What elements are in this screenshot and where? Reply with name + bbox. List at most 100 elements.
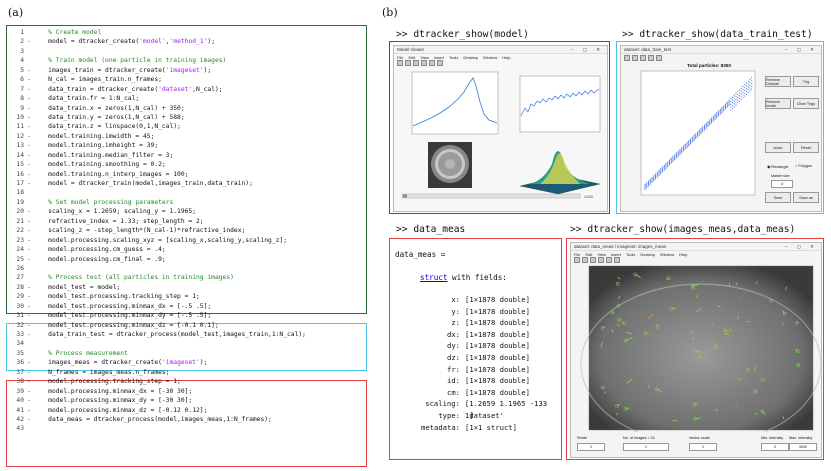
- code-line[interactable]: 10- data_train.y = zeros(1,N_cal) + 588;: [8, 113, 366, 122]
- menu-item-view[interactable]: View: [597, 252, 606, 257]
- open-icon[interactable]: [582, 257, 588, 263]
- code-line[interactable]: 28- model_test = model;: [8, 283, 366, 292]
- code-line[interactable]: 21- refractive_index = 1.33; step_length…: [8, 217, 366, 226]
- slider-thumb[interactable]: [403, 194, 407, 198]
- matlab-code-editor[interactable]: 1 % Create model 2- model = dtracker_crea…: [8, 28, 366, 434]
- code-line[interactable]: 18: [8, 188, 366, 197]
- menu-item-edit[interactable]: Edit: [585, 252, 592, 257]
- new-icon[interactable]: [624, 55, 630, 61]
- code-line[interactable]: 22- scaling_z = -step_length*(N_cal-1)*r…: [8, 226, 366, 235]
- code-line[interactable]: 8- data_train.fr = 1:N_cal;: [8, 94, 366, 103]
- code-line[interactable]: 15- model.training.smoothing = 0.2;: [8, 160, 366, 169]
- code-line[interactable]: 29- model_test.processing.tracking_step …: [8, 292, 366, 301]
- menu-item-file[interactable]: File: [574, 252, 580, 257]
- menu-item-help[interactable]: Help: [502, 55, 510, 60]
- struct-link[interactable]: struct: [420, 273, 447, 282]
- code-line[interactable]: 20- scaling_x = 1.2659; scaling_y = 1.19…: [8, 207, 366, 216]
- radio-polygon[interactable]: ○ Polygon: [795, 164, 812, 168]
- pan-icon[interactable]: [437, 60, 443, 66]
- code-line[interactable]: 17- model = dtracker_train(model,images_…: [8, 179, 366, 188]
- code-line[interactable]: 25- model.processing.cm_final = .9;: [8, 255, 366, 264]
- button-remove-inside[interactable]: Remove Inside: [765, 98, 791, 109]
- code-line[interactable]: 23- model.processing.scaling_xyz = [scal…: [8, 236, 366, 245]
- menu-item-insert[interactable]: Insert: [434, 55, 444, 60]
- menu-item-window[interactable]: Window: [483, 55, 497, 60]
- pan-icon[interactable]: [656, 55, 662, 61]
- code-line[interactable]: 40- model.processing.minmax_dy = [-30 30…: [8, 396, 366, 405]
- radio-rectangle[interactable]: ◉ Rectangle: [767, 164, 788, 169]
- code-line[interactable]: 35 % Process measurement: [8, 349, 366, 358]
- frame-slider[interactable]: [401, 193, 581, 199]
- print-icon[interactable]: [421, 60, 427, 66]
- code-line[interactable]: 14- model.training.median_filter = 3;: [8, 151, 366, 160]
- menu-item-tools[interactable]: Tools: [449, 55, 458, 60]
- control-input[interactable]: 1: [689, 443, 717, 451]
- code-line[interactable]: 9- data_train.x = zeros(1,N_cal) + 350;: [8, 104, 366, 113]
- control-input[interactable]: 0: [761, 443, 789, 451]
- code-line[interactable]: 19 % Set model processing parameters: [8, 198, 366, 207]
- menu-item-view[interactable]: View: [420, 55, 429, 60]
- code-line[interactable]: 31- model_test.processing.minmax_dy = [-…: [8, 311, 366, 320]
- zoom-icon[interactable]: [648, 55, 654, 61]
- save-icon[interactable]: [590, 257, 596, 263]
- menu-item-desktop[interactable]: Desktop: [640, 252, 655, 257]
- code-line[interactable]: 39- model.processing.minmax_dx = [-30 30…: [8, 387, 366, 396]
- window-controls[interactable]: – ▢ ✕: [785, 47, 818, 53]
- code-line[interactable]: 30- model_test.processing.minmax_dx = [-…: [8, 302, 366, 311]
- train-test-figure-window[interactable]: dataset: data_train_test – ▢ ✕ Total par…: [620, 45, 822, 212]
- code-line[interactable]: 16- model.training.n_interp_images = 100…: [8, 170, 366, 179]
- button-reset[interactable]: Reset: [793, 142, 819, 153]
- code-line[interactable]: 41- model.processing.minmax_dz = [-0.12 …: [8, 406, 366, 415]
- code-line[interactable]: 32- model_test.processing.minmax_dz = [-…: [8, 321, 366, 330]
- code-line[interactable]: 43: [8, 424, 366, 433]
- button-save-as[interactable]: Save as: [793, 192, 819, 203]
- meas-figure-window[interactable]: dataset: data_meas / imageset: images_me…: [570, 242, 822, 458]
- code-line[interactable]: 13- model.training.imheight = 39;: [8, 141, 366, 150]
- menu-item-desktop[interactable]: Desktop: [463, 55, 478, 60]
- model-figure-window[interactable]: Model Viewer – ▢ ✕ File Edit View Insert Too…: [393, 45, 608, 212]
- code-line[interactable]: 7- data_train = dtracker_create('dataset…: [8, 85, 366, 94]
- menu-item-help[interactable]: Help: [679, 252, 687, 257]
- save-icon[interactable]: [640, 55, 646, 61]
- button-save[interactable]: Save: [765, 192, 791, 203]
- button-clear-trigs[interactable]: Clear Trigs: [793, 98, 819, 109]
- code-line[interactable]: 4 % Train model (one particle in trainin…: [8, 56, 366, 65]
- zoom-icon[interactable]: [429, 60, 435, 66]
- new-icon[interactable]: [574, 257, 580, 263]
- new-icon[interactable]: [397, 60, 403, 66]
- print-icon[interactable]: [598, 257, 604, 263]
- code-line[interactable]: 33- data_train_test = dtracker_process(m…: [8, 330, 366, 339]
- open-icon[interactable]: [632, 55, 638, 61]
- code-line[interactable]: 42- data_meas = dtracker_process(model,i…: [8, 415, 366, 424]
- code-line[interactable]: 37- N_frames = images_meas.n_frames;: [8, 368, 366, 377]
- button-trig[interactable]: Trig: [793, 76, 819, 87]
- code-line[interactable]: 27 % Process test (all particles in trai…: [8, 273, 366, 282]
- menu-item-tools[interactable]: Tools: [626, 252, 635, 257]
- control-input[interactable]: 1: [577, 443, 605, 451]
- code-line[interactable]: 2- model = dtracker_create('model','meth…: [8, 37, 366, 46]
- open-icon[interactable]: [405, 60, 411, 66]
- code-line[interactable]: 24- model.processing.cm_guess = .4;: [8, 245, 366, 254]
- menu-item-insert[interactable]: Insert: [611, 252, 621, 257]
- pan-icon[interactable]: [614, 257, 620, 263]
- marker-size-input[interactable]: 4: [771, 180, 793, 188]
- code-line[interactable]: 1 % Create model: [8, 28, 366, 37]
- code-line[interactable]: 6- N_cal = images_train.n_frames;: [8, 75, 366, 84]
- code-line[interactable]: 5- images_train = dtracker_create('image…: [8, 66, 366, 75]
- code-line[interactable]: 38- model.processing.tracking_step = 1;: [8, 377, 366, 386]
- code-line[interactable]: 26: [8, 264, 366, 273]
- menu-item-file[interactable]: File: [397, 55, 403, 60]
- button-undo[interactable]: Undo: [765, 142, 791, 153]
- menu-item-window[interactable]: Window: [660, 252, 674, 257]
- code-line[interactable]: 12- model.training.imwidth = 45;: [8, 132, 366, 141]
- code-line[interactable]: 11- data_train.z = linspace(0,1,N_cal);: [8, 122, 366, 131]
- window-controls[interactable]: – ▢ ✕: [785, 244, 818, 250]
- code-line[interactable]: 36- images_meas = dtracker_create('image…: [8, 358, 366, 367]
- zoom-icon[interactable]: [606, 257, 612, 263]
- window-controls[interactable]: – ▢ ✕: [571, 47, 604, 53]
- save-icon[interactable]: [413, 60, 419, 66]
- button-remove-outside[interactable]: Remove Outside: [765, 76, 791, 87]
- control-input[interactable]: 1: [623, 443, 669, 451]
- code-line[interactable]: 34: [8, 339, 366, 348]
- menu-item-edit[interactable]: Edit: [408, 55, 415, 60]
